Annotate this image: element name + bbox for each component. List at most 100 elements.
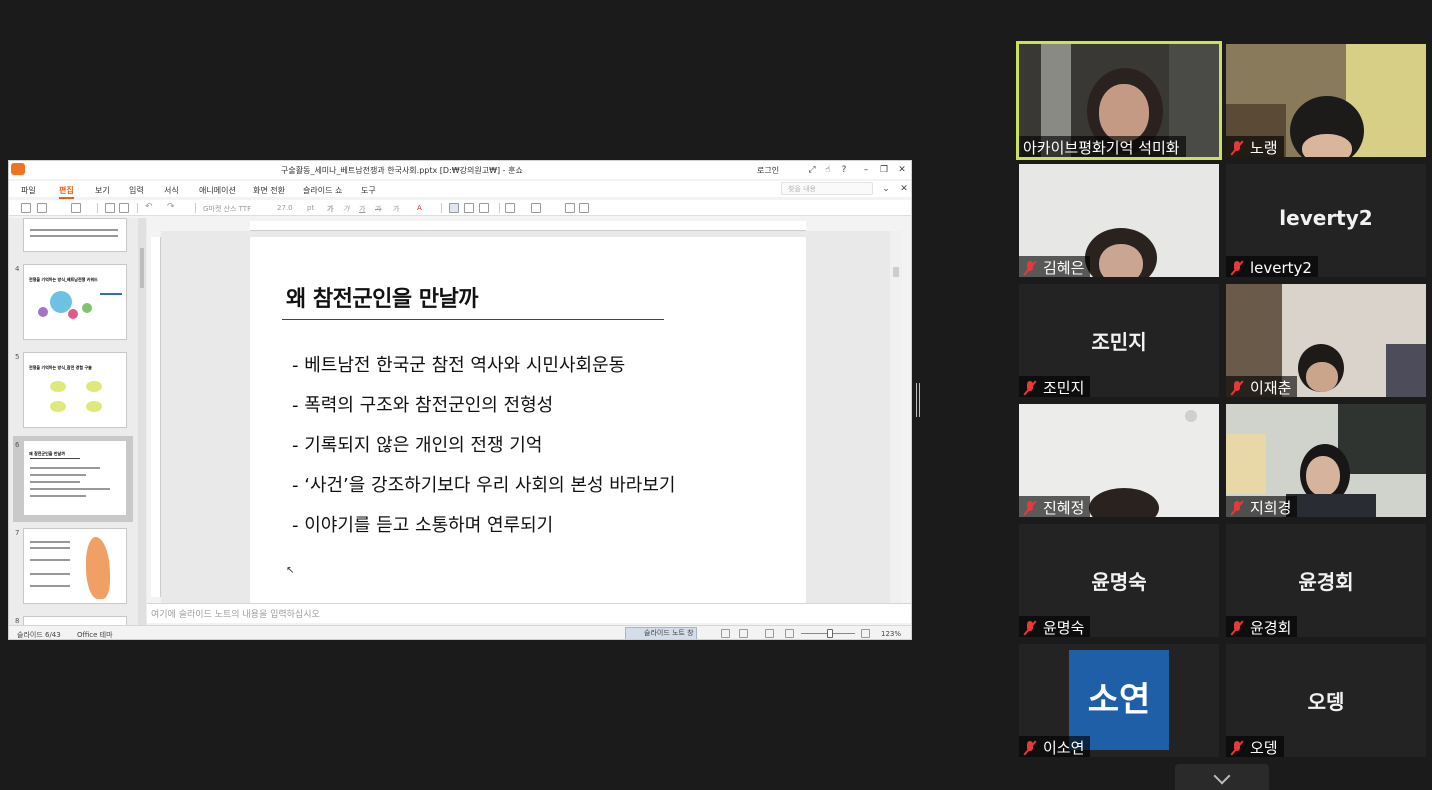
thumbnail-map-shape [86, 537, 110, 599]
login-button[interactable]: 로그인 [757, 165, 779, 176]
print-icon[interactable] [105, 203, 115, 213]
thumbnail-text-line [30, 559, 70, 561]
slide-bullet[interactable]: - 폭력의 구조와 참전군인의 전형성 [292, 391, 553, 417]
redo-icon[interactable]: ↷ [167, 202, 175, 212]
participant-avatar: 소연 [1069, 650, 1169, 750]
menu-view[interactable]: 보기 [95, 185, 110, 196]
slide-bullet[interactable]: - 기록되지 않은 개인의 전쟁 기억 [292, 431, 542, 457]
muted-microphone-icon [1230, 500, 1244, 516]
participant-tile[interactable]: 윤명숙 윤명숙 [1019, 524, 1219, 637]
menu-edit[interactable]: 편집 [59, 185, 74, 199]
zoom-in-icon[interactable] [861, 629, 870, 638]
participant-tile[interactable]: 소연 이소연 [1019, 644, 1219, 757]
fit-slide-icon[interactable] [765, 629, 774, 638]
participant-tile[interactable]: 오뎅 오뎅 [1226, 644, 1426, 757]
close-search-icon[interactable]: ✕ [897, 182, 911, 196]
slide-notes-toggle-button[interactable]: 슬라이드 노트 창 [625, 627, 697, 639]
align-right-icon[interactable] [479, 203, 489, 213]
menu-file[interactable]: 파일 [21, 185, 36, 196]
participant-tile[interactable]: 이재춘 [1226, 284, 1426, 397]
strikethrough-icon[interactable]: 가 [375, 204, 381, 214]
thumbnail-bubble [86, 381, 102, 392]
italic-icon[interactable]: 가 [343, 204, 349, 214]
participant-tile-active-speaker[interactable]: 아카이브평화기억 석미화 [1019, 44, 1219, 157]
bullet-list-icon[interactable] [505, 203, 515, 213]
font-color-icon[interactable]: 가 [393, 204, 399, 214]
toolbar-divider [97, 203, 98, 213]
indent-icon[interactable] [565, 203, 575, 213]
slide-thumbnail[interactable] [23, 218, 127, 252]
open-file-icon[interactable] [37, 203, 47, 213]
menu-insert[interactable]: 입력 [129, 185, 144, 196]
close-icon[interactable]: ✕ [895, 163, 909, 177]
restore-icon[interactable]: ❐ [877, 163, 891, 177]
minimize-icon[interactable]: – [859, 163, 873, 177]
menu-format[interactable]: 서식 [164, 185, 179, 196]
gallery-next-page-button[interactable] [1175, 764, 1269, 790]
thumbnail-text-line [30, 474, 86, 476]
slide-sorter-icon[interactable] [721, 629, 730, 638]
new-file-icon[interactable] [21, 203, 31, 213]
participant-name: 노랭 [1226, 136, 1284, 157]
numbered-list-icon[interactable] [531, 203, 541, 213]
slide-bullet[interactable]: - 이야기를 듣고 소통하며 연루되기 [292, 511, 553, 537]
thumbnail-title: 전쟁을 기억하는 방식_참전 경험 구술 [29, 365, 92, 370]
slide-thumbnail-selected[interactable]: 왜 참전군인을 만날까 [23, 440, 127, 516]
outdent-icon[interactable] [579, 203, 589, 213]
scrollbar-thumb[interactable] [140, 248, 144, 288]
font-name-select[interactable]: G마켓 산스 TTF [203, 204, 251, 214]
slide-thumbnail[interactable] [23, 616, 127, 625]
participant-tile[interactable]: 조민지 조민지 [1019, 284, 1219, 397]
font-size-input[interactable]: 27.0 [277, 204, 293, 212]
fullscreen-icon[interactable]: ⤢ [805, 163, 819, 177]
scrollbar-thumb[interactable] [893, 267, 899, 277]
undo-icon[interactable]: ↶ [145, 202, 153, 212]
print-preview-icon[interactable] [119, 203, 129, 213]
participant-tile[interactable]: 지희경 [1226, 404, 1426, 517]
canvas-vertical-scrollbar[interactable] [890, 231, 902, 603]
participant-name: 이재춘 [1226, 376, 1298, 397]
slide-bullet[interactable]: - 베트남전 한국군 참전 역사와 시민사회운동 [292, 351, 625, 377]
thumbnail-scrollbar[interactable] [138, 218, 146, 625]
slide-thumbnail[interactable] [23, 528, 127, 604]
help-icon[interactable]: ? [837, 163, 851, 177]
align-center-icon[interactable] [464, 203, 474, 213]
muted-microphone-icon [1023, 380, 1037, 396]
participant-tile[interactable]: 노랭 [1226, 44, 1426, 157]
video-background-shelf [1386, 344, 1426, 397]
menu-animation[interactable]: 애니메이션 [199, 185, 236, 196]
reading-view-icon[interactable] [739, 629, 748, 638]
thumbnail-text-line [30, 585, 70, 587]
muted-microphone-icon [1023, 620, 1037, 636]
zoom-slider-handle[interactable] [827, 629, 833, 638]
save-icon[interactable] [71, 203, 81, 213]
slide-title[interactable]: 왜 참전군인을 만날까 [286, 281, 478, 313]
muted-microphone-icon [1023, 260, 1037, 276]
slide-notes-input[interactable]: 여기에 슬라이드 노트의 내용을 입력하십시오 [147, 603, 911, 623]
participant-tile[interactable]: 김혜은 [1019, 164, 1219, 277]
bold-icon[interactable]: 가 [327, 204, 333, 214]
zoom-out-icon[interactable] [785, 629, 794, 638]
slide-bullet[interactable]: - ‘사건’을 강조하기보다 우리 사회의 본성 바라보기 [292, 471, 675, 497]
highlight-color-icon[interactable]: A [417, 204, 422, 212]
participant-face [1306, 456, 1340, 496]
underline-icon[interactable]: 가 [359, 204, 365, 214]
menu-slideshow[interactable]: 슬라이드 쇼 [303, 185, 342, 196]
menu-transition[interactable]: 화면 전환 [253, 185, 285, 196]
hand-icon[interactable]: ☝ [821, 163, 835, 177]
current-slide[interactable]: 왜 참전군인을 만날까 - 베트남전 한국군 참전 역사와 시민사회운동 - 폭… [250, 237, 806, 603]
chevron-down-icon [1213, 767, 1231, 785]
slide-editing-canvas: 왜 참전군인을 만날까 - 베트남전 한국군 참전 역사와 시민사회운동 - 폭… [161, 231, 901, 603]
menu-tools[interactable]: 도구 [361, 185, 376, 196]
chevron-down-icon[interactable]: ⌄ [879, 182, 893, 196]
slide-counter: 슬라이드 6/43 [17, 631, 61, 639]
participant-tile[interactable]: 윤경회 윤경회 [1226, 524, 1426, 637]
slide-thumbnail[interactable]: 전쟁을 기억하는 방식_베트남전쟁 키워드 [23, 264, 127, 340]
find-input[interactable]: 찾을 내용 [781, 182, 873, 195]
video-background-light [1185, 410, 1197, 422]
panel-resize-handle[interactable] [916, 383, 920, 417]
align-left-icon[interactable] [449, 203, 459, 213]
slide-thumbnail[interactable]: 전쟁을 기억하는 방식_참전 경험 구술 [23, 352, 127, 428]
participant-tile[interactable]: 진혜정 [1019, 404, 1219, 517]
participant-tile[interactable]: leverty2 leverty2 [1226, 164, 1426, 277]
